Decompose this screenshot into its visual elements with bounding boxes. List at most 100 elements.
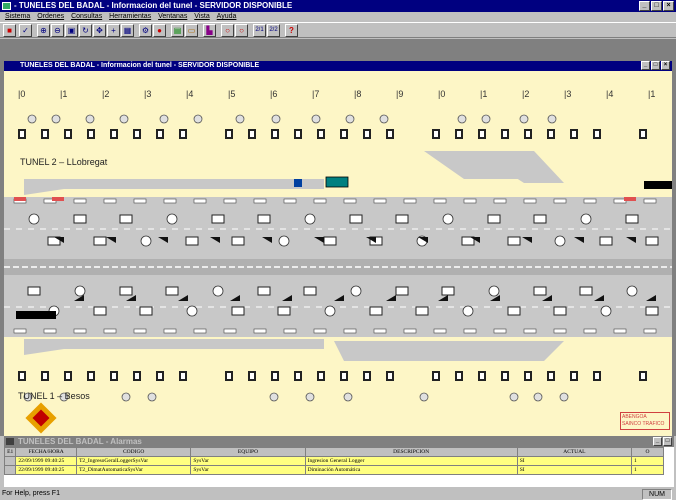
- help-icon[interactable]: ?: [285, 24, 298, 37]
- zoom-out-icon[interactable]: ⊖: [51, 24, 64, 37]
- edge-indicator: [163, 328, 177, 334]
- lane-signal-icon: [166, 213, 178, 225]
- alarm-table: E1 FECHA/HORA CODIGO EQUIPO DESCRIPCION …: [4, 447, 664, 475]
- cell: SI: [516, 465, 633, 475]
- camera-icon: [599, 236, 613, 246]
- zoom-area-icon[interactable]: ▣: [65, 24, 78, 37]
- lane-signal-icon: [278, 235, 290, 247]
- pk-label: |2: [522, 89, 529, 99]
- signal-b-icon[interactable]: ○: [235, 24, 248, 37]
- camera-icon[interactable]: ●: [153, 24, 166, 37]
- refresh-icon[interactable]: ↻: [79, 24, 92, 37]
- alarm-maximize-icon[interactable]: □: [663, 437, 672, 446]
- fan-icon-inner: [273, 373, 277, 379]
- camera-icon: [119, 286, 133, 296]
- tunnel-diagram: |0 |1 |2 |3 |4 |5 |6 |7 |8 |9 |0 |1 |2 |3 |4 |1: [4, 89, 672, 402]
- edge-indicator: [73, 328, 87, 334]
- child-maximize-icon[interactable]: □: [651, 61, 660, 70]
- fan-icon-inner: [549, 373, 553, 379]
- fan-icon-inner: [572, 131, 576, 137]
- chart-icon[interactable]: ▙: [203, 24, 216, 37]
- tunnel-schematic: |0 |1 |2 |3 |4 |5 |6 |7 |8 |9 |0 |1 |2 |3 |4 |1 TUNEL 2…: [4, 71, 672, 436]
- edge-indicator: [433, 198, 447, 204]
- col-descripcion[interactable]: DESCRIPCION: [304, 447, 518, 457]
- camera-icon: [395, 286, 409, 296]
- col-equipo[interactable]: EQUIPO: [190, 447, 306, 457]
- ramp-bottom-left: [24, 339, 324, 355]
- fan-icon-inner: [641, 373, 645, 379]
- menu-bar: Sistema Ordenes Consultas Herramientas V…: [0, 12, 676, 22]
- edge-indicator: [103, 328, 117, 334]
- edge-indicator: [313, 198, 327, 204]
- menu-consultas[interactable]: Consultas: [71, 13, 102, 20]
- pan-icon[interactable]: ✥: [93, 24, 106, 37]
- fan-icon-inner: [365, 373, 369, 379]
- sensor-icon: [85, 114, 95, 124]
- menu-herramientas[interactable]: Herramientas: [109, 13, 151, 20]
- lane-signal-icon: [28, 213, 40, 225]
- camera-icon: [231, 236, 245, 246]
- edge-indicator: [73, 198, 87, 204]
- camera-icon: [211, 214, 225, 224]
- edge-indicator: [313, 328, 327, 334]
- col-codigo[interactable]: CODIGO: [76, 447, 192, 457]
- menu-vista[interactable]: Vista: [194, 13, 209, 20]
- col-fecha[interactable]: FECHA/HORA: [15, 447, 78, 457]
- sensor-icon: [147, 392, 157, 402]
- menu-ventanas[interactable]: Ventanas: [158, 13, 187, 20]
- status-num: NUM: [642, 489, 672, 500]
- tunnel2-label: TUNEL 2 – LLobregat: [20, 157, 108, 167]
- zoom-in-icon[interactable]: ⊕: [37, 24, 50, 37]
- fan-icon-inner: [227, 131, 231, 137]
- brand-logo: ABENGOA SAINCO TRAFICO: [620, 412, 670, 430]
- edge-indicator: [403, 328, 417, 334]
- menu-sistema[interactable]: Sistema: [5, 13, 30, 20]
- fan-icon-inner: [434, 373, 438, 379]
- cell: Ingresion General Logger: [304, 456, 518, 466]
- check-icon[interactable]: ✓: [19, 24, 32, 37]
- col-e1[interactable]: E1: [4, 447, 17, 457]
- move-icon[interactable]: +: [107, 24, 120, 37]
- status-box: [325, 176, 349, 188]
- app-icon[interactable]: [2, 2, 11, 10]
- signal-a-icon[interactable]: ○: [221, 24, 234, 37]
- alarm-minimize-icon[interactable]: _: [653, 437, 662, 446]
- cell: SysVar: [190, 456, 306, 466]
- child-close-icon[interactable]: ×: [661, 61, 670, 70]
- settings-icon[interactable]: ⚙: [139, 24, 152, 37]
- close-icon[interactable]: ×: [663, 1, 674, 11]
- lane-signal-icon: [212, 285, 224, 297]
- grid-icon[interactable]: ▦: [121, 24, 134, 37]
- fan-icon-inner: [388, 373, 392, 379]
- table-row[interactable]: 22/09/1999 09:40:25 T2_IngresoGeralLogge…: [4, 456, 664, 466]
- edge-indicator: [223, 328, 237, 334]
- camera-icon: [277, 306, 291, 316]
- fan-icon-inner: [181, 131, 185, 137]
- camera-icon: [533, 214, 547, 224]
- view-212-icon[interactable]: 2/1: [253, 24, 266, 37]
- edge-indicator: [373, 328, 387, 334]
- maximize-icon[interactable]: □: [651, 1, 662, 11]
- child-minimize-icon[interactable]: _: [641, 61, 650, 70]
- lane-signal-icon: [442, 213, 454, 225]
- col-actual[interactable]: ACTUAL: [516, 447, 633, 457]
- edge-indicator: [583, 328, 597, 334]
- pk-label: |4: [606, 89, 613, 99]
- sensor-icon: [547, 114, 557, 124]
- minimize-icon[interactable]: _: [639, 1, 650, 11]
- folder-icon[interactable]: ▭: [185, 24, 198, 37]
- view-222-icon[interactable]: 2/2: [267, 24, 280, 37]
- fan-icon-inner: [457, 373, 461, 379]
- table-row[interactable]: 22/09/1999 09:40:25 T2_DimatAutomaticaSy…: [4, 465, 664, 475]
- cell: 1: [631, 456, 664, 466]
- pk-label: |1: [480, 89, 487, 99]
- stop-icon[interactable]: ■: [3, 24, 16, 37]
- col-o[interactable]: O: [631, 447, 664, 457]
- menu-ayuda[interactable]: Ayuda: [217, 13, 237, 20]
- menu-ordenes[interactable]: Ordenes: [37, 13, 64, 20]
- camera-icon: [625, 214, 639, 224]
- sensor-icon: [269, 392, 279, 402]
- camera-icon: [553, 306, 567, 316]
- screen-icon[interactable]: ▤: [171, 24, 184, 37]
- edge-indicator: [553, 198, 567, 204]
